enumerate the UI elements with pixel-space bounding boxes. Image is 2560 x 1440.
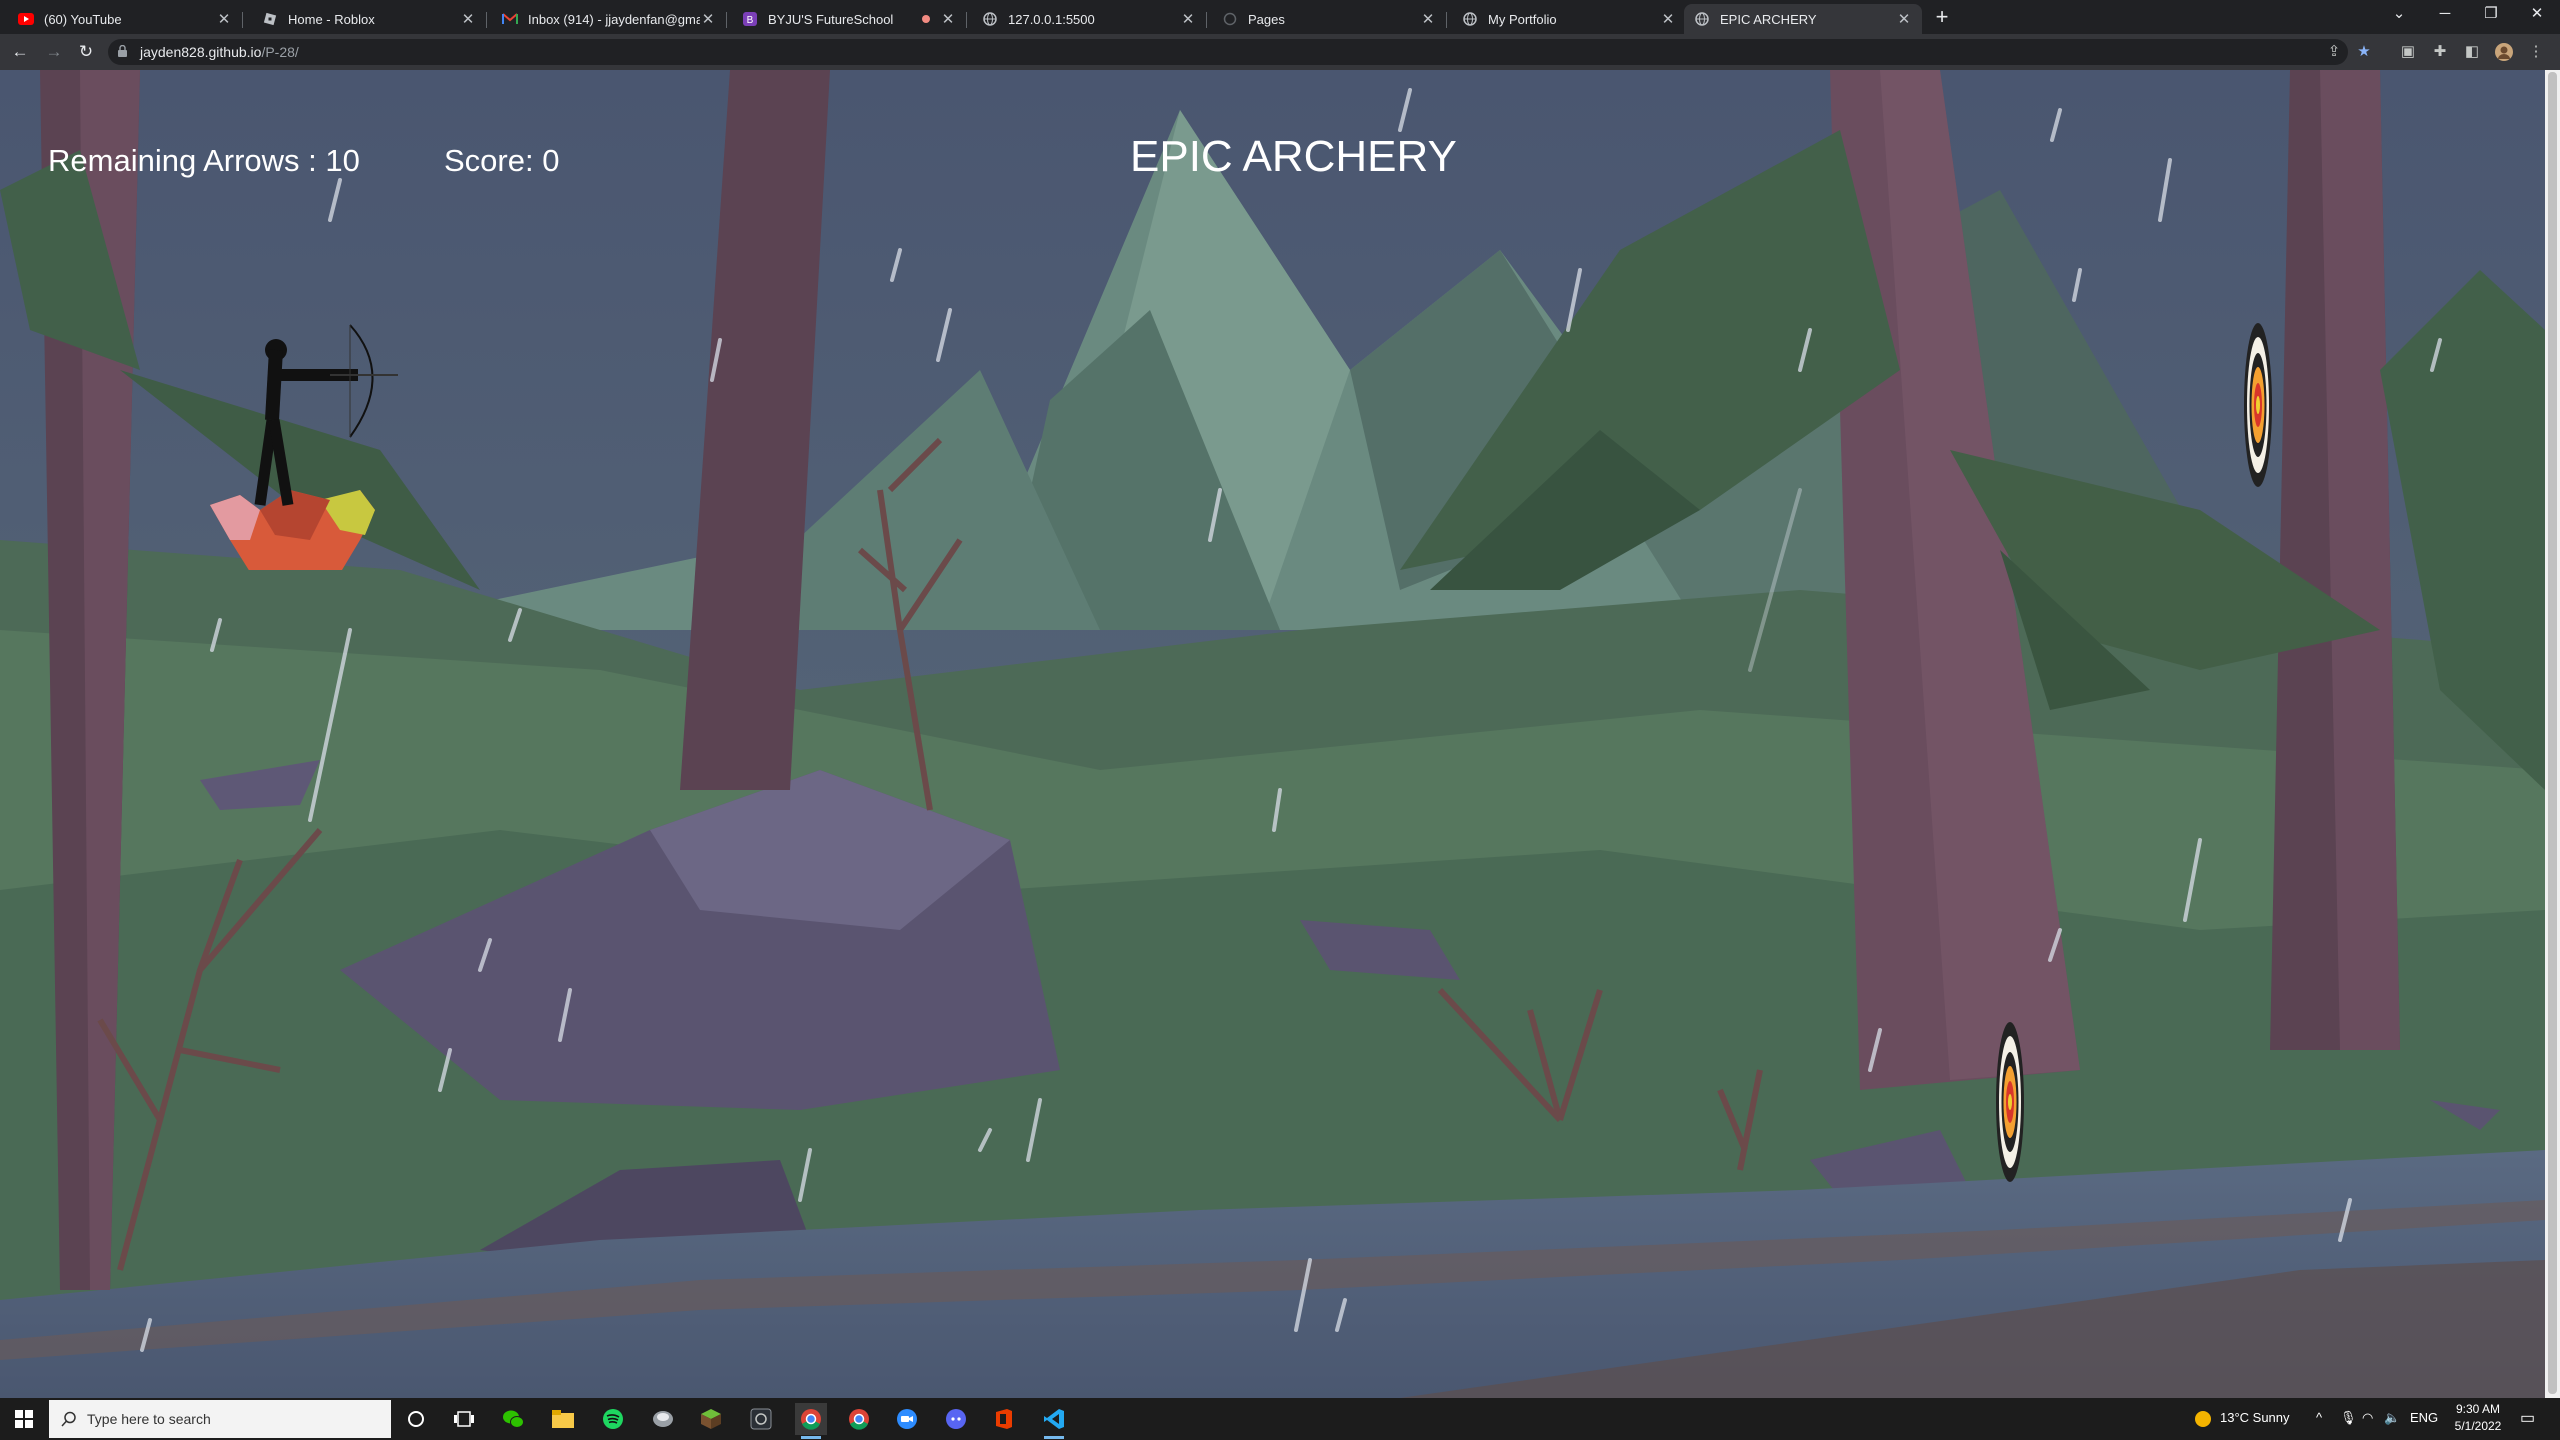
- wechat-icon[interactable]: [497, 1403, 529, 1435]
- close-tab-icon[interactable]: ✕: [216, 10, 232, 28]
- microphone-icon[interactable]: 🎙: [2340, 1410, 2357, 1426]
- app-icon[interactable]: [647, 1403, 679, 1435]
- tab-epic-archery[interactable]: EPIC ARCHERY ✕: [1684, 4, 1922, 34]
- gmail-icon: [502, 11, 518, 27]
- back-button[interactable]: ←: [8, 40, 32, 64]
- chrome-icon[interactable]: [795, 1403, 827, 1439]
- byjus-icon: B: [742, 11, 758, 27]
- tab-pages[interactable]: Pages ✕: [1212, 4, 1447, 34]
- tab-byjus[interactable]: B BYJU'S FutureSchool ✕: [732, 4, 967, 34]
- close-tab-icon[interactable]: ✕: [1660, 10, 1676, 28]
- close-window-button[interactable]: ✕: [2514, 0, 2560, 30]
- steam-icon[interactable]: [745, 1403, 777, 1435]
- menu-kebab-icon[interactable]: ⋮: [2526, 42, 2546, 62]
- task-view-icon[interactable]: [448, 1403, 480, 1435]
- reload-button[interactable]: ↻: [74, 40, 98, 64]
- close-tab-icon[interactable]: ✕: [1420, 10, 1436, 28]
- close-tab-icon[interactable]: ✕: [700, 10, 716, 28]
- game-canvas[interactable]: Remaining Arrows : 10 Score: 0 EPIC ARCH…: [0, 70, 2545, 1398]
- start-button[interactable]: [0, 1398, 48, 1440]
- share-icon[interactable]: ⇪: [2324, 42, 2344, 62]
- windows-logo-icon: [15, 1410, 33, 1428]
- weather-sun-icon[interactable]: [2195, 1411, 2211, 1427]
- taskbar-search-input[interactable]: Type here to search: [49, 1400, 391, 1438]
- file-explorer-icon[interactable]: [547, 1403, 579, 1435]
- wifi-icon[interactable]: ◠: [2362, 1410, 2373, 1426]
- loading-icon: [1222, 11, 1238, 27]
- tab-portfolio[interactable]: My Portfolio ✕: [1452, 4, 1686, 34]
- notifications-icon[interactable]: ▭: [2520, 1408, 2535, 1428]
- bookmark-star-icon[interactable]: ★: [2354, 42, 2374, 62]
- browser-toolbar: ← → ↻ jayden828.github.io/P-28/ ⇪ ★ ▣ ✚ …: [0, 34, 2560, 70]
- volume-icon[interactable]: 🔈: [2384, 1410, 2400, 1426]
- lock-icon: [118, 45, 127, 57]
- chrome-icon[interactable]: [843, 1403, 875, 1435]
- discord-icon[interactable]: [940, 1403, 972, 1435]
- new-tab-button[interactable]: +: [1930, 6, 1954, 30]
- office-icon[interactable]: [988, 1403, 1020, 1435]
- minecraft-icon[interactable]: [695, 1403, 727, 1435]
- scrollbar-thumb[interactable]: [2548, 72, 2557, 1394]
- tab-localhost[interactable]: 127.0.0.1:5500 ✕: [972, 4, 1207, 34]
- url-text: jayden828.github.io/P-28/: [140, 44, 299, 60]
- youtube-icon: [18, 11, 34, 27]
- forward-button[interactable]: →: [42, 40, 66, 64]
- remaining-arrows-counter: Remaining Arrows : 10: [48, 143, 360, 178]
- globe-icon: [1694, 11, 1710, 27]
- zoom-icon[interactable]: [891, 1403, 923, 1435]
- recording-dot-icon: [922, 15, 930, 23]
- globe-icon: [982, 11, 998, 27]
- clock[interactable]: 9:30 AM 5/1/2022: [2450, 1401, 2506, 1435]
- tab-strip: (60) YouTube ✕ Home - Roblox ✕ Inbox (91…: [0, 0, 2560, 34]
- search-icon: [61, 1411, 76, 1427]
- tab-roblox[interactable]: Home - Roblox ✕: [252, 4, 487, 34]
- extension-icon[interactable]: ▣: [2398, 42, 2418, 62]
- score-counter: Score: 0: [444, 143, 560, 178]
- close-tab-icon[interactable]: ✕: [940, 10, 956, 28]
- archery-target-upper[interactable]: [2238, 320, 2278, 490]
- game-title: EPIC ARCHERY: [1130, 132, 1457, 181]
- vscode-icon[interactable]: [1038, 1403, 1070, 1439]
- close-tab-icon[interactable]: ✕: [1896, 10, 1912, 28]
- tab-youtube[interactable]: (60) YouTube ✕: [8, 4, 243, 34]
- show-hidden-icons-icon[interactable]: ^: [2316, 1410, 2322, 1425]
- minimize-button[interactable]: ─: [2422, 0, 2468, 30]
- weather-text[interactable]: 13°C Sunny: [2220, 1410, 2290, 1425]
- language-indicator[interactable]: ENG: [2410, 1410, 2438, 1425]
- cortana-icon[interactable]: [400, 1403, 432, 1435]
- side-panel-icon[interactable]: ◧: [2462, 42, 2482, 62]
- address-bar[interactable]: jayden828.github.io/P-28/ ⇪ ★: [108, 39, 2371, 65]
- tab-search-icon[interactable]: ⌄: [2376, 0, 2422, 30]
- page-scrollbar[interactable]: [2545, 70, 2560, 1398]
- spotify-icon[interactable]: [597, 1403, 629, 1435]
- avatar[interactable]: [2494, 42, 2514, 62]
- svg-text:B: B: [747, 15, 754, 26]
- globe-icon: [1462, 11, 1478, 27]
- close-tab-icon[interactable]: ✕: [1180, 10, 1196, 28]
- restore-button[interactable]: ❐: [2468, 0, 2514, 30]
- windows-taskbar: Type here to search 13°C Sunny ^ 🎙 ◠ 🔈 E…: [0, 1398, 2560, 1440]
- archery-target-lower[interactable]: [1990, 1020, 2030, 1185]
- archer-player[interactable]: [200, 240, 400, 570]
- tab-gmail[interactable]: Inbox (914) - jjaydenfan@gmail.c ✕: [492, 4, 727, 34]
- extensions-puzzle-icon[interactable]: ✚: [2430, 42, 2450, 62]
- close-tab-icon[interactable]: ✕: [460, 10, 476, 28]
- roblox-icon: [262, 11, 278, 27]
